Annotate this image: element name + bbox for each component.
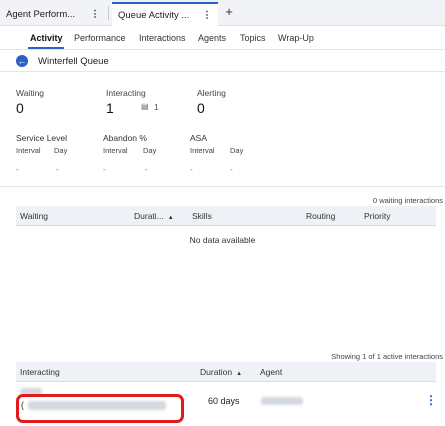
sort-ascending-icon: ▲ xyxy=(236,371,243,377)
view-subnav: Activity Performance Interactions Agents… xyxy=(0,26,445,50)
tab-queue-activity[interactable]: Queue Activity ... ⋮ xyxy=(112,2,218,26)
metric-value: - xyxy=(145,165,148,174)
queue-name: Winterfell Queue xyxy=(38,56,109,67)
tab-divider xyxy=(108,6,109,20)
tab-label: Queue Activity ... xyxy=(118,9,190,21)
asa-label: ASA xyxy=(190,133,208,143)
waiting-label: Waiting xyxy=(16,88,45,98)
tab-agent-performance[interactable]: Agent Perform... ⋮ xyxy=(0,2,106,26)
column-routing[interactable]: Routing xyxy=(306,211,335,221)
active-subnav-indicator xyxy=(28,47,64,49)
column-agent[interactable]: Agent xyxy=(260,367,282,377)
interacting-mini-value: 1 xyxy=(154,102,159,112)
service-level-day: Day xyxy=(54,146,68,155)
metric-value: - xyxy=(103,165,106,174)
tab-menu-icon[interactable]: ⋮ xyxy=(90,9,100,20)
column-priority[interactable]: Priority xyxy=(364,211,390,221)
tab-menu-icon[interactable]: ⋮ xyxy=(202,10,212,21)
interacting-value: 1 xyxy=(106,100,114,116)
chat-icon: ▤ xyxy=(141,102,149,111)
waiting-table-header: Waiting Durati... ▲ Skills Routing Priori… xyxy=(16,206,436,226)
redacted-agent xyxy=(261,397,303,405)
sort-ascending-icon: ▲ xyxy=(167,215,174,221)
abandon-interval: Interval xyxy=(103,146,128,155)
subnav-wrap-up[interactable]: Wrap-Up xyxy=(278,33,314,43)
arrow-left-icon[interactable]: ← xyxy=(16,55,28,67)
interacting-table-header: Interacting Duration ▲ Agent xyxy=(16,362,436,382)
duration-cell: 60 days xyxy=(208,396,240,406)
subnav-performance[interactable]: Performance xyxy=(74,33,126,43)
metric-value: - xyxy=(190,165,193,174)
column-duration-label: Duration xyxy=(200,367,233,377)
asa-interval: Interval xyxy=(190,146,215,155)
subnav-interactions[interactable]: Interactions xyxy=(139,33,186,43)
column-duration[interactable]: Duration ▲ xyxy=(200,367,242,377)
workspace-tab-bar: Agent Perform... ⋮ Queue Activity ... ⋮ … xyxy=(0,0,445,26)
tab-label: Agent Perform... xyxy=(6,8,76,20)
waiting-count: 0 waiting interactions xyxy=(372,196,443,205)
subnav-activity[interactable]: Activity xyxy=(30,33,63,43)
column-interacting[interactable]: Interacting xyxy=(20,367,60,377)
interacting-label: Interacting xyxy=(106,88,146,98)
abandon-label: Abandon % xyxy=(103,133,147,143)
column-duration-label: Durati... xyxy=(134,211,164,221)
asa-day: Day xyxy=(230,146,244,155)
abandon-day: Day xyxy=(143,146,157,155)
row-menu-icon[interactable]: ⋮ xyxy=(425,393,437,407)
metric-value: - xyxy=(230,165,233,174)
queue-header: ← Winterfell Queue xyxy=(0,50,445,72)
metric-value: - xyxy=(56,165,59,174)
column-skills[interactable]: Skills xyxy=(192,211,212,221)
service-level-interval: Interval xyxy=(16,146,41,155)
metric-value: - xyxy=(16,165,19,174)
column-waiting[interactable]: Waiting xyxy=(20,211,48,221)
column-duration[interactable]: Durati... ▲ xyxy=(134,211,174,221)
service-level-label: Service Level xyxy=(16,133,68,143)
alerting-value: 0 xyxy=(197,100,205,116)
highlight-annotation xyxy=(16,394,184,423)
add-tab-button[interactable]: + xyxy=(222,4,236,22)
subnav-agents[interactable]: Agents xyxy=(198,33,226,43)
subnav-topics[interactable]: Topics xyxy=(240,33,266,43)
section-divider xyxy=(0,186,445,187)
interacting-count: Showing 1 of 1 active interactions xyxy=(331,352,443,361)
waiting-value: 0 xyxy=(16,100,24,116)
alerting-label: Alerting xyxy=(197,88,226,98)
empty-state-text: No data available xyxy=(189,235,256,245)
